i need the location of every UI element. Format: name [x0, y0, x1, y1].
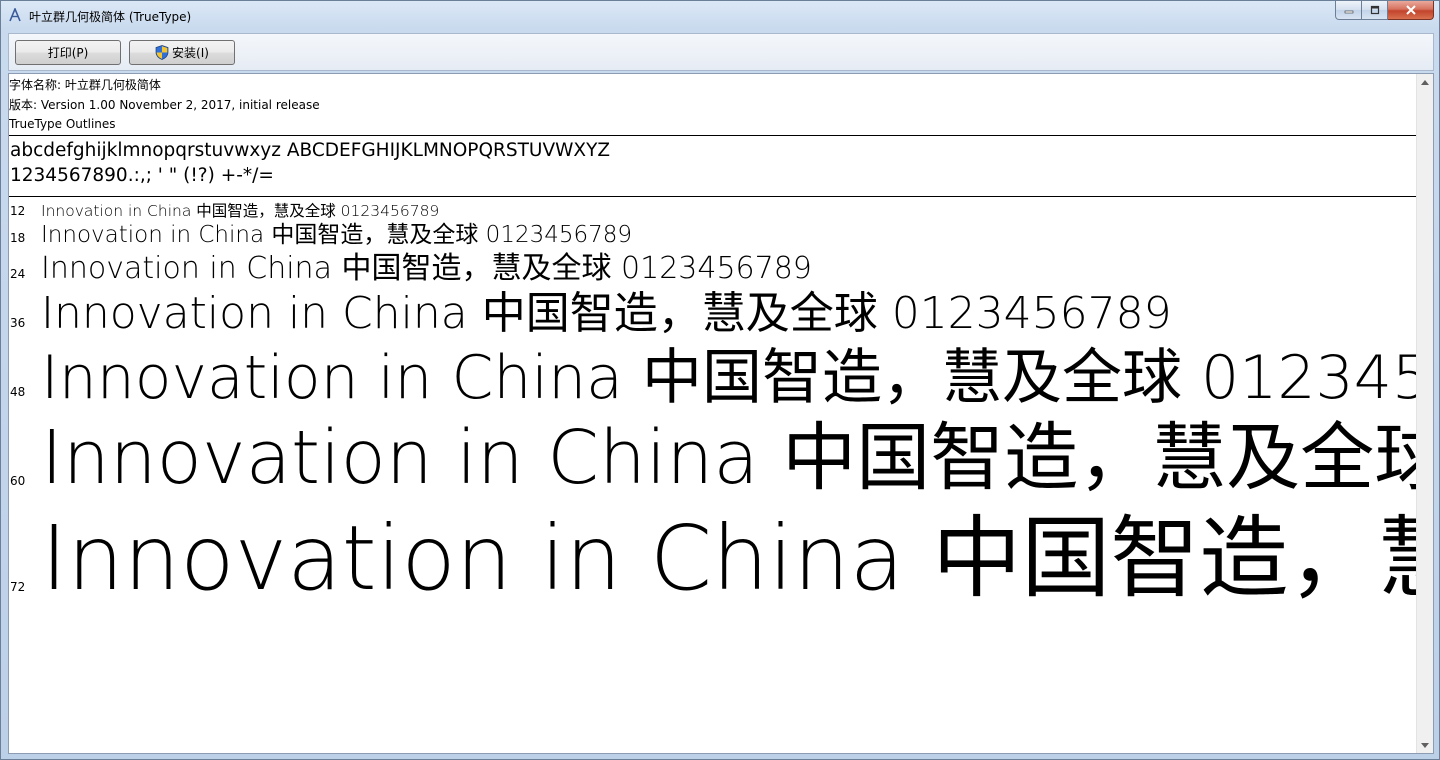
scroll-down-button[interactable] [1417, 737, 1433, 753]
sample-row-60: 60 Innovation in China 中国智造，慧及全球 0123456… [9, 412, 1417, 504]
minimize-button[interactable] [1335, 1, 1362, 20]
sample-size-label: 48 [10, 385, 26, 399]
window-title: 叶立群几何极简体 (TrueType) [29, 10, 192, 24]
divider [9, 135, 1417, 136]
close-button[interactable] [1388, 1, 1434, 20]
sample-row-24: 24 Innovation in China 中国智造，慧及全球 0123456… [9, 249, 1417, 289]
sample-size-label: 12 [10, 204, 26, 218]
character-set: abcdefghijklmnopqrstuvwxyz ABCDEFGHIJKLM… [10, 138, 610, 188]
sample-row-36: 36 Innovation in China 中国智造，慧及全球 0123456… [9, 286, 1417, 344]
font-info: 字体名称: 叶立群几何极简体 版本: Version 1.00 November… [9, 76, 320, 135]
install-button-label: 安装(I) [172, 46, 209, 60]
font-outline-type: TrueType Outlines [9, 117, 116, 131]
sample-row-48: 48 Innovation in China 中国智造，慧及全球 0123456… [9, 340, 1417, 416]
font-file-icon [9, 8, 21, 22]
sample-row-72: 72 Innovation in China 中国智造，慧及全球 0123456… [9, 502, 1417, 616]
charset-letters: abcdefghijklmnopqrstuvwxyz ABCDEFGHIJKLM… [10, 140, 611, 161]
chevron-up-icon [1421, 79, 1429, 85]
minimize-icon [1344, 10, 1353, 14]
close-icon [1405, 5, 1416, 15]
font-preview-pane[interactable]: 字体名称: 叶立群几何极简体 版本: Version 1.00 November… [8, 73, 1434, 754]
sample-text: Innovation in China 中国智造，慧及全球 0123456789 [41, 251, 812, 286]
title-bar[interactable]: 叶立群几何极简体 (TrueType) [1, 1, 1439, 31]
sample-row-12: 12 Innovation in China 中国智造，慧及全球 0123456… [9, 202, 1417, 220]
install-button[interactable]: 安装(I) [129, 40, 235, 65]
vertical-scrollbar[interactable] [1416, 74, 1433, 753]
sample-size-label: 18 [10, 231, 26, 245]
window-controls [1335, 1, 1434, 21]
size-samples: 12 Innovation in China 中国智造，慧及全球 0123456… [9, 198, 1417, 753]
sample-text: Innovation in China 中国智造，慧及全球 0123456789 [41, 415, 1417, 501]
toolbar: 打印(P) 安装(I) [8, 33, 1434, 71]
maximize-button[interactable] [1362, 1, 1388, 20]
sample-size-label: 24 [10, 267, 26, 281]
maximize-icon [1370, 5, 1379, 15]
print-button[interactable]: 打印(P) [15, 40, 121, 65]
scroll-up-button[interactable] [1417, 74, 1433, 90]
sample-size-label: 72 [10, 580, 26, 594]
font-version-line: 版本: Version 1.00 November 2, 2017, initi… [9, 97, 320, 112]
sample-row-18: 18 Innovation in China 中国智造，慧及全球 0123456… [9, 220, 1417, 250]
font-viewer-window: 叶立群几何极简体 (TrueType) 打印(P) 安装(I) 字体名称: 叶立… [0, 0, 1440, 760]
sample-size-label: 36 [10, 316, 26, 330]
sample-text: Innovation in China 中国智造，慧及全球 0123456789 [41, 202, 440, 220]
chevron-down-icon [1421, 742, 1429, 748]
sample-text: Innovation in China 中国智造，慧及全球 0123456789 [41, 343, 1417, 413]
sample-text: Innovation in China 中国智造，慧及全球 0123456789 [41, 288, 1172, 339]
divider [9, 196, 1417, 197]
sample-size-label: 60 [10, 474, 26, 488]
sample-text: Innovation in China 中国智造，慧及全球 0123456789 [41, 506, 1417, 610]
charset-symbols: 1234567890.:,; ' " (!?) +-*/= [10, 165, 274, 186]
sample-text: Innovation in China 中国智造，慧及全球 0123456789 [41, 222, 633, 248]
uac-shield-icon [155, 45, 169, 60]
print-button-label: 打印(P) [47, 46, 89, 60]
font-name-line: 字体名称: 叶立群几何极简体 [9, 78, 161, 92]
